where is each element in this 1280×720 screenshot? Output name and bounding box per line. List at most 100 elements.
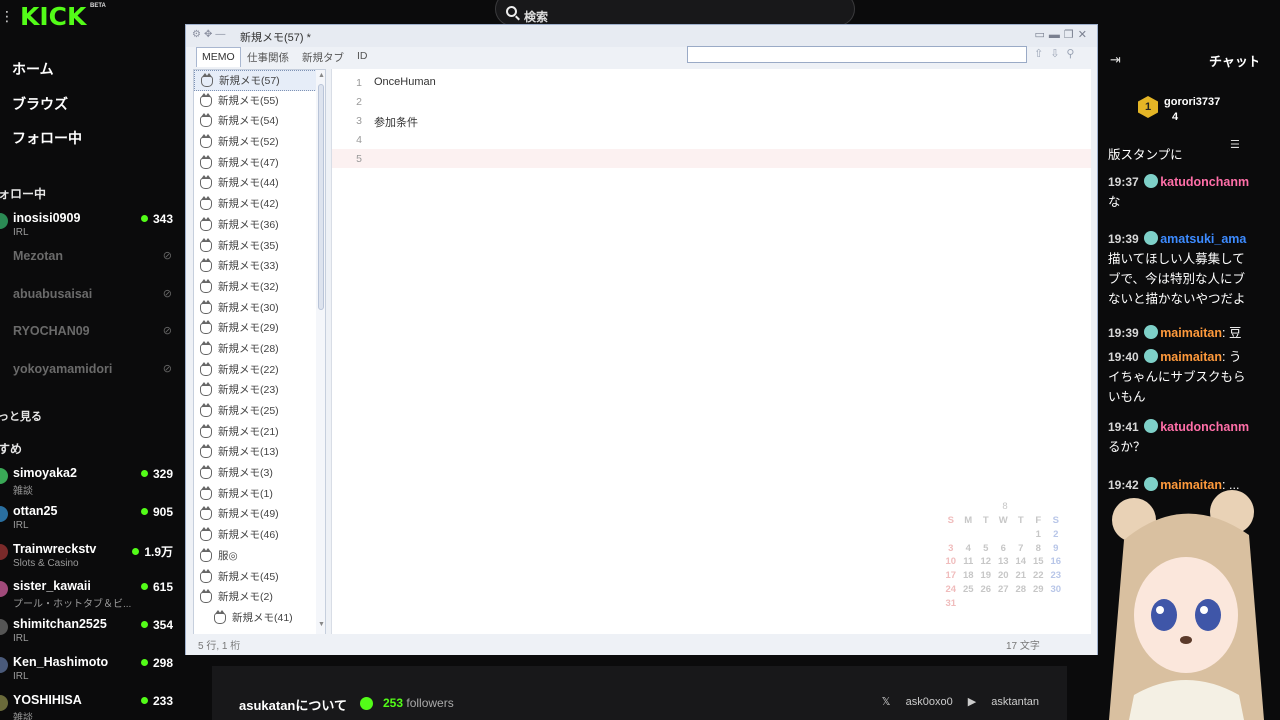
editor-line[interactable]: 4 [332,130,1091,149]
note-title: 新規メモ(46) [218,529,279,542]
editor-line[interactable]: 5 [332,149,1091,168]
chat-message[interactable]: 19:40 maimaitan: うイちゃんにサブスクもら いもん [1108,347,1258,407]
note-title: 新規メモ(2) [218,591,273,604]
chat-message[interactable]: 19:41 katudonchanm るか？ [1108,417,1258,457]
nav-following[interactable]: フォロー中 [12,127,82,162]
tab-new[interactable]: 新規タブ [297,47,349,67]
note-item[interactable]: 新規メモ(21) [194,422,325,443]
note-item[interactable]: 新規メモ(47) [194,153,325,174]
calendar-cell [960,529,978,543]
show-more-link[interactable]: っと見る [0,408,42,424]
search-nav-buttons[interactable]: ⇧⇩⚲ [1034,47,1082,60]
note-title: 新規メモ(54) [218,115,279,128]
note-item[interactable]: 新規メモ(44) [194,173,325,194]
note-item[interactable]: 新規メモ(35) [194,236,325,257]
tab-id[interactable]: ID [352,47,373,67]
note-title: 新規メモ(30) [218,301,279,314]
recommended-channel[interactable]: YOSHIHISA 雑談 233 [0,691,185,720]
following-channel[interactable]: inosisi0909 IRL 343 [0,209,185,247]
memo-editor[interactable]: 1 OnceHuman 2 3 参加条件 4 5 8 S M T W T F S 1 2 3 4 5 6 7 8 9 10 1… [331,69,1091,635]
viewer-count: 233 [141,694,173,708]
note-item[interactable]: 服◎ [194,546,325,567]
title-bar[interactable]: ⚙✥— 新規メモ(57) * ▭▬❐✕ [186,25,1097,47]
note-item[interactable]: 新規メモ(54) [194,111,325,132]
chat-message[interactable]: 19:37 katudonchanm な [1108,172,1258,212]
note-item[interactable]: 新規メモ(46) [194,525,325,546]
collapse-chat-icon[interactable]: ⇥ [1110,52,1121,68]
following-channel[interactable]: RYOCHAN09 ⊘ [0,322,185,360]
chat-username[interactable]: amatsuki_ama [1160,232,1246,246]
chat-message[interactable]: 19:39 maimaitan: 豆 [1108,323,1258,343]
note-item[interactable]: 新規メモ(49) [194,504,325,525]
recommended-channel[interactable]: Trainwreckstv Slots & Casino 1.9万 [0,540,185,578]
note-item[interactable]: 新規メモ(23) [194,380,325,401]
note-item[interactable]: 新規メモ(36) [194,215,325,236]
social-links: 𝕏 ask0oxo0 ▶ asktantan [870,695,1039,708]
window-controls[interactable]: ▭▬❐✕ [1035,28,1091,41]
recommended-channel[interactable]: shimitchan2525 IRL 354 [0,615,185,653]
calendar-row: SMTWTFS [942,515,1068,529]
recommended-section-title: すめ [0,442,23,456]
x-handle-link[interactable]: ask0oxo0 [906,696,953,708]
chat-username[interactable]: maimaitan [1160,350,1222,364]
nav-browse[interactable]: ブラウズ [12,93,82,128]
note-list-scrollbar[interactable]: ▲ ▼ [316,70,325,634]
calendar-row: 3456789 [942,543,1068,557]
note-title: 新規メモ(44) [218,177,279,190]
note-item[interactable]: 新規メモ(55) [194,91,325,112]
chat-separator: : [1222,326,1226,340]
note-item[interactable]: 新規メモ(57) [194,70,325,91]
note-item[interactable]: 新規メモ(42) [194,194,325,215]
tab-memo[interactable]: MEMO [196,47,241,67]
following-channel[interactable]: yokoyamamidori ⊘ [0,360,185,398]
calendar-cell: 20 [997,570,1009,582]
note-item[interactable]: 新規メモ(13) [194,442,325,463]
note-item[interactable]: 新規メモ(29) [194,318,325,339]
channel-name: Mezotan [13,248,63,263]
recommended-channel[interactable]: Ken_Hashimoto IRL 298 [0,653,185,691]
editor-line[interactable]: 1 OnceHuman [332,73,1091,92]
menu-icon[interactable]: ⋮ [0,8,14,25]
note-item[interactable]: 新規メモ(30) [194,298,325,319]
kick-logo[interactable]: KICK [20,2,86,31]
note-item[interactable]: 新規メモ(28) [194,339,325,360]
channel-name: yokoyamamidori [13,362,113,377]
beta-badge: BETA [90,3,106,9]
note-item[interactable]: 新規メモ(25) [194,401,325,422]
note-item[interactable]: 新規メモ(45) [194,567,325,588]
viewer-count: 905 [141,505,173,519]
note-item[interactable]: 新規メモ(22) [194,360,325,381]
editor-line[interactable]: 3 参加条件 [332,111,1091,130]
chat-message[interactable]: 19:39 amatsuki_ama 描いてほしい人募集して ブで、今は特別な人に… [1108,229,1258,309]
note-item[interactable]: 新規メモ(41) [194,608,325,629]
note-item[interactable]: 新規メモ(1) [194,484,325,505]
recommended-channel[interactable]: ottan25 IRL 905 [0,502,185,540]
chat-username[interactable]: katudonchanm [1160,175,1249,189]
note-item[interactable]: 新規メモ(2) [194,587,325,608]
recommended-channel[interactable]: simoyaka2 雑談 329 [0,464,185,502]
chat-message-head: 19:40 maimaitan: う [1108,347,1258,367]
scroll-down-icon[interactable]: ▼ [318,621,325,628]
editor-line[interactable]: 2 [332,92,1091,111]
note-item[interactable]: 新規メモ(33) [194,256,325,277]
scroll-thumb[interactable] [318,84,324,310]
recommended-channel[interactable]: sister_kawaii プール・ホットタブ＆ビ... 615 [0,577,185,615]
calendar-cell: 14 [1015,556,1027,568]
titlebar-tool-icons[interactable]: ⚙✥— [192,29,228,40]
following-channel[interactable]: abuabusaisai ⊘ [0,285,185,323]
nav-home[interactable]: ホーム [12,58,82,93]
youtube-handle-link[interactable]: asktantan [991,696,1039,708]
note-item[interactable]: 新規メモ(3) [194,463,325,484]
note-item[interactable]: 新規メモ(52) [194,132,325,153]
tab-work[interactable]: 仕事関係 [242,47,294,67]
memo-search-input[interactable] [687,46,1027,63]
following-channel[interactable]: Mezotan ⊘ [0,247,185,285]
scroll-up-icon[interactable]: ▲ [318,72,325,79]
note-title: 新規メモ(42) [218,198,279,211]
chat-username[interactable]: katudonchanm [1160,420,1249,434]
site-search-input[interactable]: 検索 [495,0,855,26]
line-number: 2 [356,96,362,108]
channel-name: Trainwreckstv [13,541,97,556]
note-item[interactable]: 新規メモ(32) [194,277,325,298]
chat-username[interactable]: maimaitan [1160,326,1222,340]
